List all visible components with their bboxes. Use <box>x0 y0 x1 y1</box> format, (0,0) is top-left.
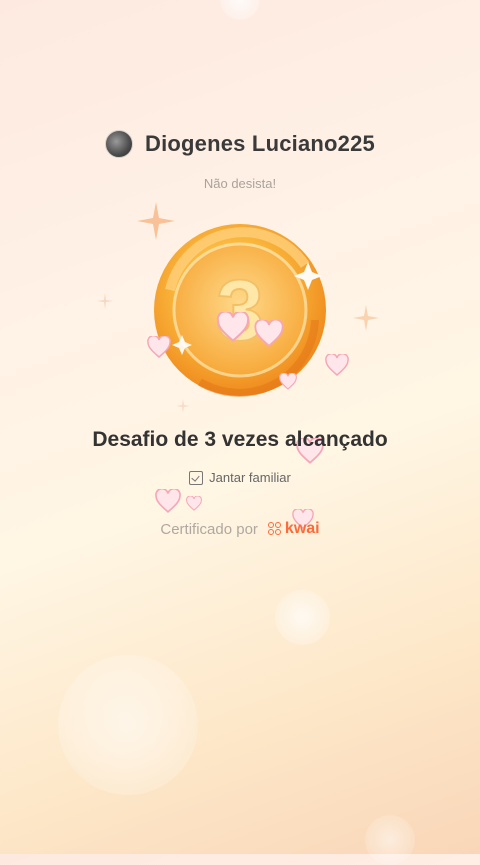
calendar-check-icon <box>189 470 204 485</box>
heart-icon <box>279 373 297 390</box>
kwai-brand-label: kwai <box>284 520 320 537</box>
heart-icon <box>147 336 171 358</box>
bokeh-large <box>58 655 198 795</box>
heart-icon <box>254 320 284 347</box>
kwai-brand[interactable]: kwai <box>267 520 320 538</box>
bokeh-medium <box>275 590 330 645</box>
header: Diogenes Luciano225 Não desista! <box>0 130 480 191</box>
challenge-tag: Jantar familiar <box>0 470 480 485</box>
heart-icon <box>216 312 250 342</box>
heart-icon <box>155 489 181 513</box>
achievement-title: Desafio de 3 vezes alcançado <box>92 428 388 451</box>
subtitle: Não desista! <box>203 176 277 191</box>
bokeh-glow <box>220 0 260 20</box>
sparkle-icon <box>353 305 379 331</box>
avatar[interactable] <box>105 130 133 158</box>
certified-by-label: Certificado por <box>160 520 258 538</box>
heart-icon <box>325 354 349 376</box>
sparkle-icon <box>97 293 113 309</box>
certification-row: Certificado por kwai <box>0 520 480 538</box>
username[interactable]: Diogenes Luciano225 <box>145 131 375 157</box>
user-row: Diogenes Luciano225 <box>0 130 480 158</box>
kwai-logo-icon <box>267 522 282 536</box>
challenge-tag-label: Jantar familiar <box>209 470 291 485</box>
bokeh-small <box>365 815 415 865</box>
medal-badge: 3 <box>140 210 340 410</box>
medal-number-icon: 3 <box>154 224 326 397</box>
heart-icon <box>186 496 202 511</box>
